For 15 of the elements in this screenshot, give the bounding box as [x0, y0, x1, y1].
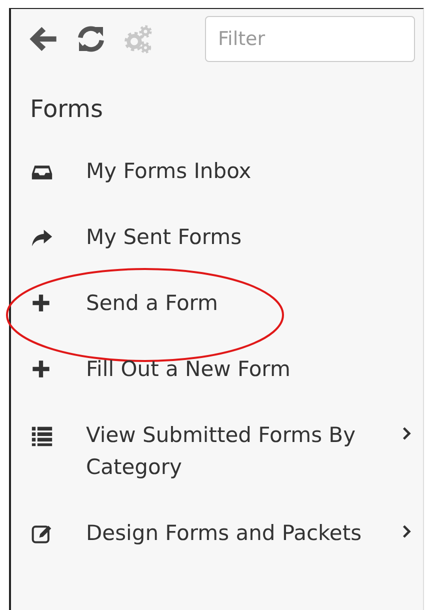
- edit-icon: [31, 523, 53, 545]
- plus-icon: [31, 359, 51, 379]
- curved-arrow-icon: [31, 227, 53, 249]
- menu-item[interactable]: Fill Out a New Form: [86, 353, 381, 385]
- menu-item[interactable]: Send a Form: [86, 287, 381, 319]
- section-heading: Forms: [30, 94, 104, 124]
- menu-item[interactable]: My Sent Forms: [86, 221, 381, 253]
- filter-field[interactable]: Filter: [205, 16, 415, 62]
- plus-icon: [31, 293, 51, 313]
- chevron-right-icon: [402, 525, 411, 538]
- list-icon: [31, 425, 53, 447]
- menu-item[interactable]: View Submitted Forms By Category: [86, 419, 381, 483]
- menu-item[interactable]: My Forms Inbox: [86, 155, 381, 187]
- chevron-right-icon: [402, 427, 411, 440]
- menu-item[interactable]: Design Forms and Packets: [86, 517, 381, 549]
